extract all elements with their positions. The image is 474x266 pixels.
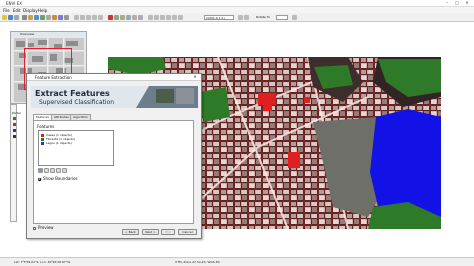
layer-panel-label: Portal: [12, 111, 21, 115]
close-button[interactable]: ✕: [463, 0, 471, 6]
fit-icon[interactable]: [160, 15, 165, 20]
delete-feature-icon[interactable]: [44, 168, 49, 173]
full-extent-icon[interactable]: [166, 15, 171, 20]
layer-swatch-other[interactable]: [13, 135, 16, 138]
banner-title: Extract Features: [35, 89, 110, 98]
show-boundaries-option[interactable]: Show Boundaries: [38, 176, 78, 181]
previous-view-icon[interactable]: [172, 15, 177, 20]
layer-swatch-forest[interactable]: [13, 117, 16, 120]
status-bar: Lat: 7²5'59.01"S, Lon: 40²26'26.67"W UTM…: [0, 257, 474, 266]
cursor-coordinates: Lat: 7²5'59.01"S, Lon: 40²26'26.67"W: [14, 260, 71, 264]
maximize-button[interactable]: □: [453, 0, 461, 6]
dialog-banner: Extract Features Supervised Classificati…: [31, 86, 198, 108]
zoom-out-icon[interactable]: [154, 15, 159, 20]
feature-label: Lagos (1 objects): [46, 141, 72, 145]
title-bar: ENVI EX – □ ✕: [0, 0, 474, 7]
features-group-label: Features: [37, 124, 55, 129]
annotation-icon[interactable]: [46, 15, 51, 20]
preview-option[interactable]: Preview: [33, 225, 54, 230]
pan-icon[interactable]: [28, 15, 33, 20]
features-tab-panel: Features Casas (1 objects) Floresta (1 o…: [33, 120, 194, 224]
text-icon[interactable]: [64, 15, 69, 20]
preview-label: Preview: [38, 225, 54, 230]
save-icon[interactable]: [8, 15, 13, 20]
feature-color-swatch: [41, 141, 44, 145]
flicker-icon[interactable]: [138, 15, 143, 20]
restore-features-icon[interactable]: [62, 168, 67, 173]
back-button[interactable]: < Back: [122, 229, 139, 235]
features-list[interactable]: Casas (1 objects) Floresta (1 objects) L…: [38, 130, 114, 166]
rotate-left-icon[interactable]: [238, 15, 243, 20]
banner-subtitle: Supervised Classification: [39, 99, 115, 106]
layer-manager-panel: Portal: [10, 104, 21, 222]
brightness-icon[interactable]: [86, 15, 91, 20]
finish-button[interactable]: Fini: [161, 229, 175, 235]
properties-icon[interactable]: [50, 168, 55, 173]
blend-icon[interactable]: [132, 15, 137, 20]
dialog-title-bar[interactable]: Feature Extraction ✕: [27, 74, 201, 81]
rotate-to-label: Rotate To: [256, 15, 270, 19]
fly-icon[interactable]: [114, 15, 119, 20]
toolbar: 1(001.0 1:1) Rotate To: [0, 13, 474, 22]
window-title: ENVI EX: [6, 1, 22, 6]
dialog-title: Feature Extraction: [35, 75, 72, 80]
layer-swatch-houses[interactable]: [13, 123, 16, 126]
list-item[interactable]: Lagos (1 objects): [41, 141, 72, 145]
open-icon[interactable]: [2, 15, 7, 20]
rotate-right-icon[interactable]: [244, 15, 249, 20]
portal-icon[interactable]: [120, 15, 125, 20]
feature-extraction-dialog: Feature Extraction ✕ Extract Features Su…: [26, 73, 202, 239]
save-features-icon[interactable]: [56, 168, 61, 173]
layer-swatch-lakes[interactable]: [13, 129, 16, 132]
dialog-close-icon[interactable]: ✕: [191, 74, 199, 80]
show-boundaries-checkbox[interactable]: [38, 177, 41, 181]
next-view-icon[interactable]: [178, 15, 183, 20]
sharpen-icon[interactable]: [92, 15, 97, 20]
minimize-button[interactable]: –: [443, 0, 451, 6]
roi-icon[interactable]: [52, 15, 57, 20]
pointer-icon[interactable]: [22, 15, 27, 20]
swipe-icon[interactable]: [126, 15, 131, 20]
show-boundaries-label: Show Boundaries: [43, 176, 78, 181]
projection-info: UTM, Zone 22 South, WGS-84: [175, 260, 220, 264]
overview-title: Overview: [11, 32, 86, 36]
vector-icon[interactable]: [58, 15, 63, 20]
zoom-in-icon[interactable]: [148, 15, 153, 20]
rotate-icon[interactable]: [40, 15, 45, 20]
add-feature-icon[interactable]: [38, 168, 43, 173]
link-icon[interactable]: [108, 15, 113, 20]
print-icon[interactable]: [14, 15, 19, 20]
zoom-select[interactable]: 1(001.0 1:1): [204, 15, 234, 20]
stretch-icon[interactable]: [74, 15, 79, 20]
layer-icon[interactable]: [292, 15, 297, 20]
transparency-icon[interactable]: [98, 15, 103, 20]
next-button[interactable]: Next >: [142, 229, 159, 235]
preview-checkbox[interactable]: [33, 226, 36, 230]
contrast-icon[interactable]: [80, 15, 85, 20]
cancel-button[interactable]: Cancel: [178, 229, 197, 235]
zoom-icon[interactable]: [34, 15, 39, 20]
rotate-select[interactable]: [276, 15, 288, 20]
